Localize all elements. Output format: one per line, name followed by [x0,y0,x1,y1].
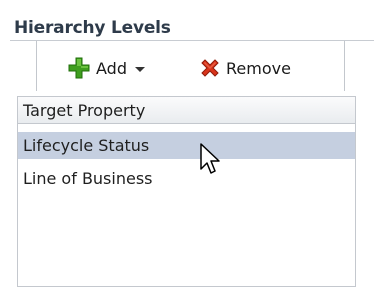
column-header-target-property[interactable]: Target Property [23,101,145,120]
table-row[interactable]: Line of Business [18,165,355,192]
toolbar-separator-right [344,41,345,91]
add-button-label: Add [96,58,127,78]
row-label: Line of Business [23,169,153,188]
chevron-down-icon[interactable] [134,66,145,72]
table-header[interactable]: Target Property [18,97,355,124]
add-button[interactable]: Add [68,55,145,81]
plus-icon [68,57,90,79]
remove-button[interactable]: Remove [199,55,291,81]
red-x-icon [199,57,221,79]
panel-title: Hierarchy Levels [14,18,171,38]
row-label: Lifecycle Status [23,136,150,155]
table-row[interactable]: Lifecycle Status [18,132,355,159]
remove-button-label: Remove [226,58,291,78]
mouse-pointer-icon [200,143,224,179]
toolbar-separator-left [36,41,37,91]
target-property-table[interactable]: Target Property Lifecycle Status Line of… [17,96,356,287]
title-divider [10,40,374,41]
